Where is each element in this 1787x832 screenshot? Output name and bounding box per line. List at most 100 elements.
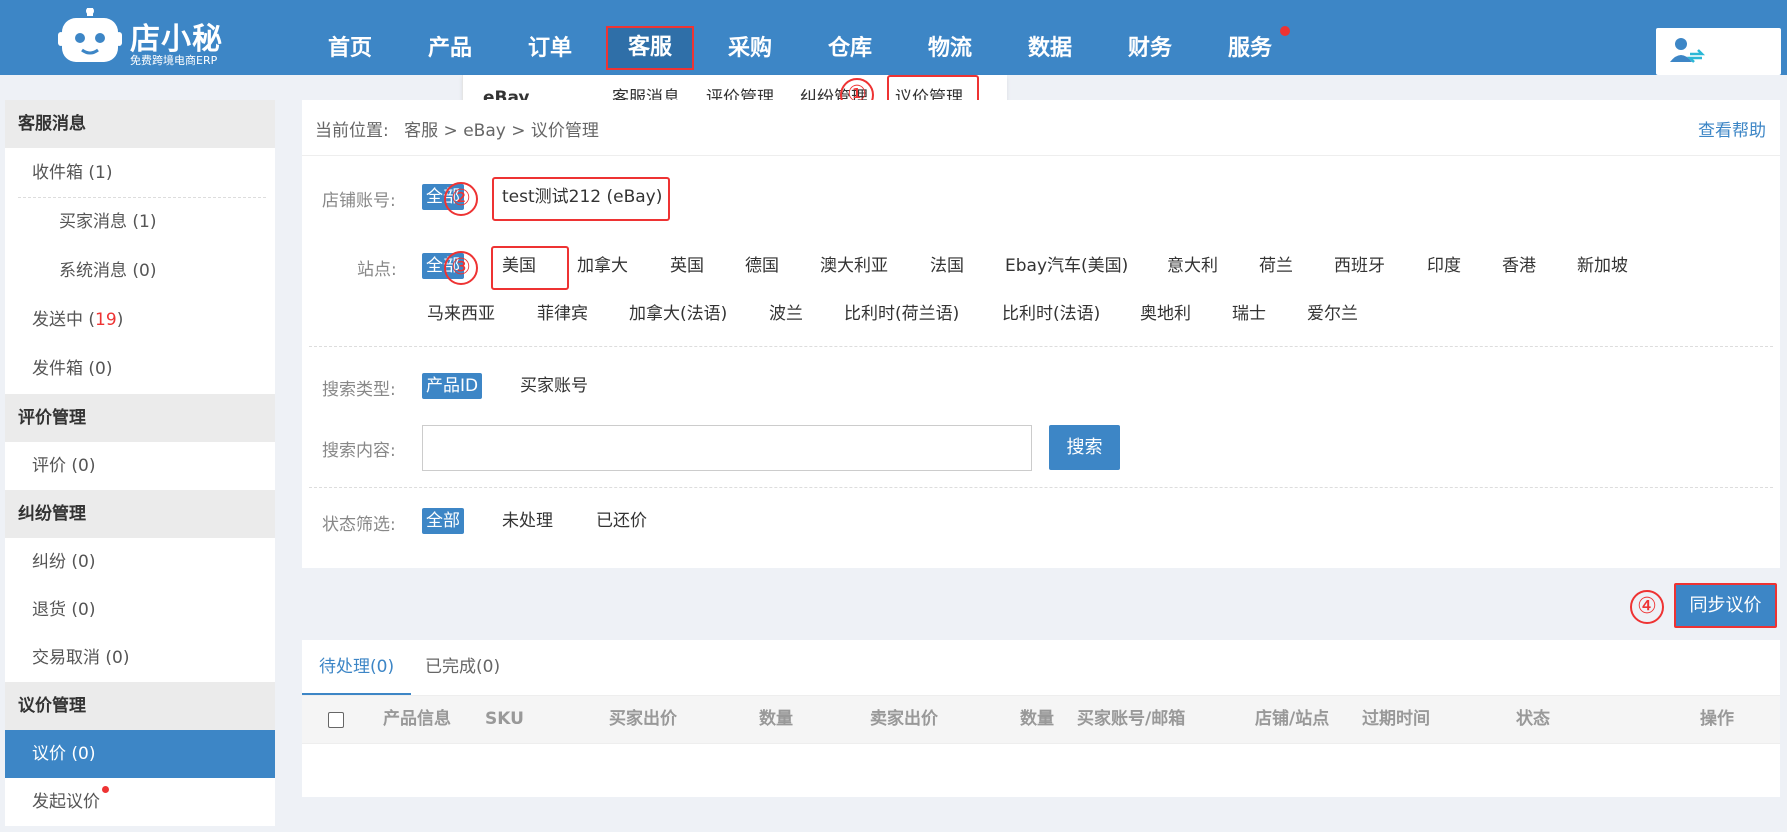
site-option[interactable]: Ebay汽车(美国) [1005, 253, 1128, 279]
notification-dot [102, 786, 109, 793]
site-option[interactable]: 菲律宾 [537, 301, 588, 327]
nav-label: 产品 [427, 36, 472, 61]
nav-label: 首页 [327, 36, 372, 61]
search-button[interactable]: 搜索 [1049, 425, 1120, 470]
status-option-all[interactable]: 全部 [422, 508, 464, 534]
logo-subtitle: 免费跨境电商ERP [130, 54, 218, 67]
column-header: 店铺/站点 [1255, 709, 1330, 729]
nav-item-services[interactable]: 服务 [1200, 0, 1300, 75]
sidebar-item-outbox[interactable]: 发件箱 (0) [5, 345, 275, 393]
breadcrumb-separator: > [443, 121, 458, 141]
sidebar-section-reviews: 评价管理 [5, 394, 275, 442]
nav-label: 财务 [1127, 36, 1172, 61]
status-filter-label: 状态筛选: [322, 515, 396, 535]
nav-item-orders[interactable]: 订单 [500, 0, 600, 75]
site-option[interactable]: 马来西亚 [427, 301, 495, 327]
robot-mascot-icon [58, 8, 122, 62]
sidebar-item-disputes[interactable]: 纠纷 (0) [5, 538, 275, 586]
user-icon [1670, 38, 1706, 63]
sidebar-item-sending[interactable]: 发送中 (19) [5, 296, 275, 344]
nav-label: 数据 [1027, 36, 1072, 61]
annotation-number-3: ③ [444, 251, 478, 285]
nav-label: 采购 [727, 36, 772, 61]
nav-label: 仓库 [827, 36, 872, 61]
nav-item-home[interactable]: 首页 [300, 0, 400, 75]
help-link[interactable]: 查看帮助 [1698, 116, 1766, 141]
site-option[interactable]: 瑞士 [1232, 301, 1266, 327]
sending-count: 19 [95, 310, 117, 330]
search-content-label: 搜索内容: [322, 441, 396, 461]
nav-item-products[interactable]: 产品 [400, 0, 500, 75]
status-option-countered[interactable]: 已还价 [596, 508, 647, 534]
notification-dot [1280, 26, 1290, 36]
site-option[interactable]: 加拿大 [577, 253, 628, 279]
sidebar-item-cancellations[interactable]: 交易取消 (0) [5, 634, 275, 682]
site-option[interactable]: 比利时(法语) [1002, 301, 1100, 327]
nav-item-purchase[interactable]: 采购 [700, 0, 800, 75]
search-type-product-id[interactable]: 产品ID [422, 373, 483, 399]
tab-completed[interactable]: 已完成(0) [425, 640, 500, 695]
select-all-checkbox[interactable] [328, 712, 344, 728]
tab-pending[interactable]: 待处理(0) [302, 640, 412, 695]
user-menu[interactable] [1656, 28, 1781, 75]
site-option[interactable]: 西班牙 [1334, 253, 1385, 279]
site-option[interactable]: 意大利 [1167, 253, 1218, 279]
sidebar-item-reviews[interactable]: 评价 (0) [5, 442, 275, 490]
site-option[interactable]: 荷兰 [1259, 253, 1293, 279]
start-offer-label: 发起议价 [32, 792, 100, 812]
nav-label: 订单 [527, 36, 572, 61]
column-header: 数量 [759, 709, 793, 729]
table-header: 产品信息 SKU 买家出价 数量 卖家出价 数量 买家账号/邮箱 店铺/站点 过… [302, 695, 1780, 744]
breadcrumb: 当前位置: 客服 > eBay > 议价管理 [315, 116, 599, 141]
sending-label: 发送中 ( [32, 310, 96, 330]
breadcrumb-item[interactable]: 客服 [404, 121, 438, 141]
column-header: 过期时间 [1362, 709, 1430, 729]
site-option[interactable]: 德国 [745, 253, 779, 279]
site-option[interactable]: 新加坡 [1577, 253, 1628, 279]
sidebar-item-buyer-messages[interactable]: 买家消息 (1) [5, 198, 275, 246]
site-option[interactable]: 英国 [670, 253, 704, 279]
top-nav-bar: 店小秘 免费跨境电商ERP 首页 产品 订单 客服 采购 仓库 物流 数据 财务… [0, 0, 1787, 75]
site-option[interactable]: 印度 [1427, 253, 1461, 279]
logo[interactable]: 店小秘 免费跨境电商ERP [58, 4, 228, 70]
nav-item-customer-service[interactable]: 客服 [600, 0, 700, 75]
sidebar-item-returns[interactable]: 退货 (0) [5, 586, 275, 634]
nav-item-logistics[interactable]: 物流 [900, 0, 1000, 75]
nav-label: 客服 [606, 26, 694, 70]
annotation-number-4: ④ [1630, 590, 1664, 624]
divider [309, 346, 1773, 347]
sidebar-item-system-messages[interactable]: 系统消息 (0) [5, 247, 275, 295]
site-option[interactable]: 法国 [930, 253, 964, 279]
site-option[interactable]: 香港 [1502, 253, 1536, 279]
nav-label: 物流 [927, 36, 972, 61]
site-option[interactable]: 加拿大(法语) [629, 301, 727, 327]
sidebar-item-inbox[interactable]: 收件箱 (1) [5, 149, 275, 197]
sidebar-item-offers[interactable]: 议价 (0) [5, 730, 275, 778]
site-label: 站点: [357, 260, 397, 280]
nav-item-data[interactable]: 数据 [1000, 0, 1100, 75]
sidebar-item-start-offer[interactable]: 发起议价 [5, 778, 275, 826]
site-option[interactable]: 澳大利亚 [820, 253, 888, 279]
nav-label: 服务 [1227, 36, 1272, 61]
site-option[interactable]: 波兰 [769, 301, 803, 327]
column-header: 买家账号/邮箱 [1077, 709, 1186, 729]
column-header: 产品信息 [383, 709, 451, 729]
breadcrumb-item[interactable]: eBay [463, 121, 506, 141]
highlight-box [492, 177, 670, 221]
site-option[interactable]: 奥地利 [1140, 301, 1191, 327]
offers-table-panel: 待处理(0) 已完成(0) 产品信息 SKU 买家出价 数量 卖家出价 数量 买… [302, 640, 1780, 797]
nav-item-warehouse[interactable]: 仓库 [800, 0, 900, 75]
nav-item-finance[interactable]: 财务 [1100, 0, 1200, 75]
column-header: 状态 [1516, 709, 1550, 729]
search-type-buyer-account[interactable]: 买家账号 [520, 373, 588, 399]
store-account-label: 店铺账号: [322, 191, 396, 211]
column-header: 数量 [1020, 709, 1054, 729]
site-option[interactable]: 比利时(荷兰语) [844, 301, 959, 327]
breadcrumb-prefix: 当前位置: [315, 121, 389, 141]
annotation-number-2: ② [444, 182, 478, 216]
sync-offers-button[interactable]: 同步议价 [1674, 583, 1777, 628]
status-option-unprocessed[interactable]: 未处理 [502, 508, 553, 534]
sending-label-end: ) [116, 310, 124, 330]
site-option[interactable]: 爱尔兰 [1307, 301, 1358, 327]
search-input[interactable] [422, 425, 1032, 471]
